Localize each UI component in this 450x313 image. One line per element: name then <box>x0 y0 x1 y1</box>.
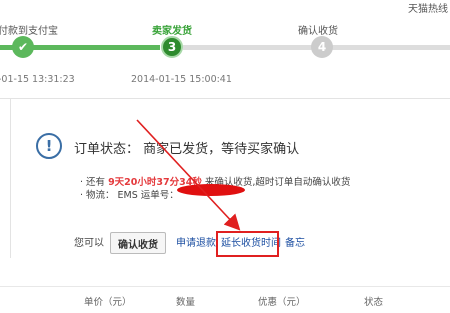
actions-prompt: 您可以 <box>74 238 104 249</box>
step-current-circle: 3 <box>161 36 183 58</box>
column-header-unit-price: 单价（元） <box>84 297 132 308</box>
column-header-quantity: 数量 <box>176 297 196 308</box>
divider <box>0 98 450 99</box>
confirm-receipt-button[interactable]: 确认收货 <box>110 232 166 254</box>
panel-border <box>10 98 11 258</box>
redacted-tracking-number <box>177 184 245 196</box>
apply-refund-link[interactable]: 申请退款 <box>176 234 216 249</box>
column-header-discount: 优惠（元） <box>258 297 306 308</box>
step-todo-circle: 4 <box>311 36 333 58</box>
step-done-check-icon: ✔ <box>12 36 34 58</box>
step-time-pay: -01-15 13:31:23 <box>0 74 75 85</box>
table-divider <box>0 286 450 287</box>
step-label-pay: 付款到支付宝 <box>0 26 58 37</box>
order-progress: 付款到支付宝 卖家发货 确认收货 ✔ 3 4 -01-15 13:31:23 2… <box>0 0 450 100</box>
step-time-ship: 2014-01-15 15:00:41 <box>131 74 232 85</box>
annotation-highlight-box <box>216 231 279 257</box>
memo-link[interactable]: 备忘 <box>285 234 305 249</box>
shipping-info-line: · 物流： EMS 运单号： <box>80 190 179 201</box>
column-header-status: 状态 <box>364 297 384 308</box>
info-alert-icon: ! <box>36 133 62 159</box>
order-status-title: 订单状态： 商家已发货，等待买家确认 <box>74 142 300 157</box>
step-label-receive: 确认收货 <box>298 26 338 37</box>
step-label-ship: 卖家发货 <box>152 26 192 37</box>
